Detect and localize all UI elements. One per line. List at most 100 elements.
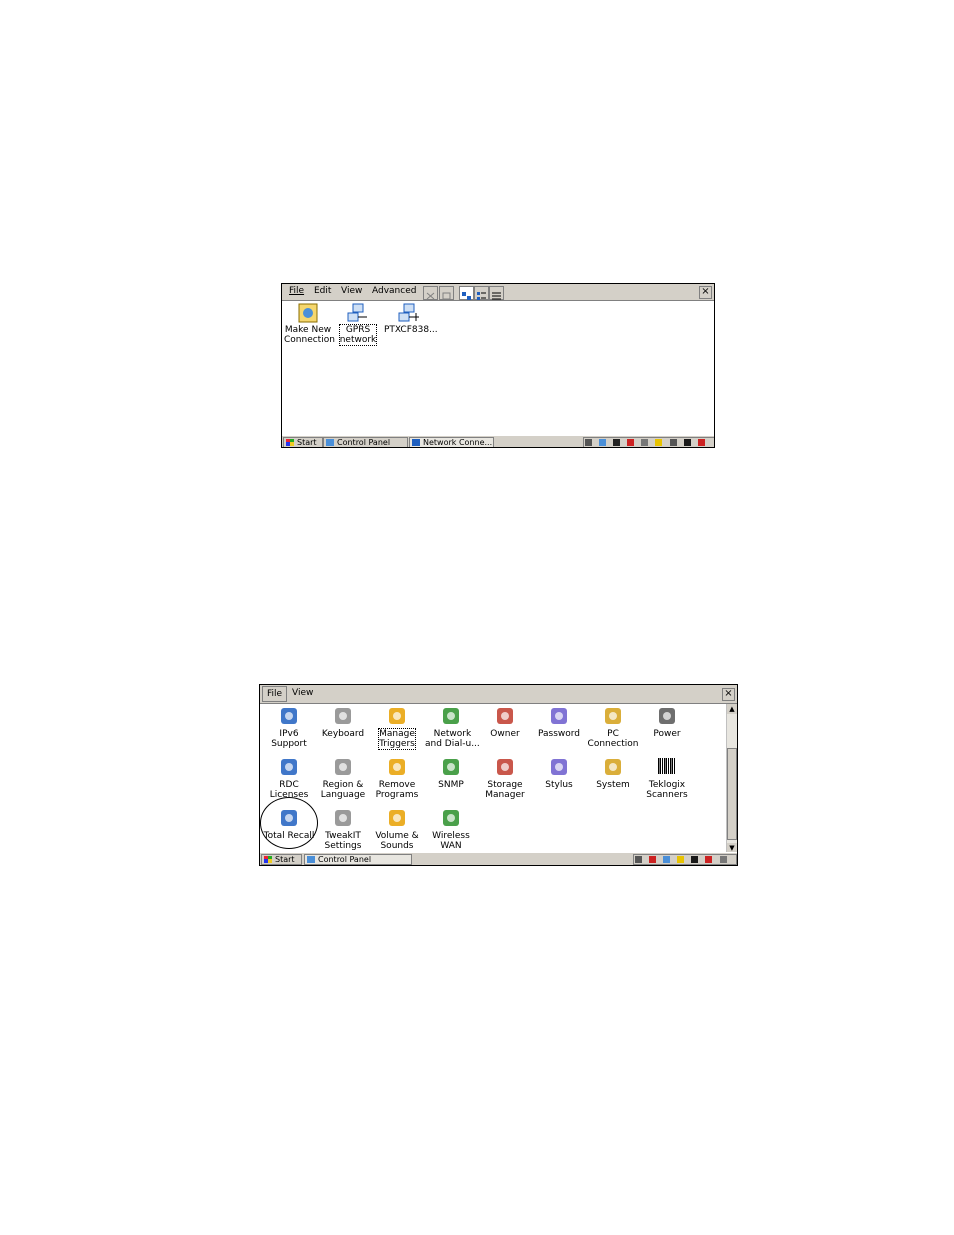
item-label: Manage (379, 729, 415, 739)
system-icon (605, 759, 621, 775)
control-panel-item[interactable]: IPv6 Support (263, 705, 315, 749)
item-label: Remove (378, 780, 416, 790)
start-label: Start (275, 855, 295, 864)
stylus-icon (551, 759, 567, 775)
scrollbar-thumb[interactable] (727, 748, 737, 840)
details-view-icon[interactable] (489, 286, 504, 300)
item-label: Volume & (375, 831, 419, 841)
item-label: WAN (440, 841, 462, 851)
tray-icon[interactable] (683, 439, 691, 446)
tray-icon[interactable] (719, 856, 727, 863)
close-icon[interactable]: × (722, 688, 735, 701)
item-label: Wireless (432, 831, 470, 841)
item-label: GPRS (345, 325, 371, 335)
make-new-connection-icon (298, 303, 318, 323)
control-panel-item[interactable]: Owner (479, 705, 531, 739)
control-panel-item[interactable]: Keyboard (317, 705, 369, 739)
item-label: network (339, 335, 377, 345)
small-icons-view-icon[interactable] (474, 286, 489, 300)
network-globe-icon (443, 708, 459, 724)
tray-icon[interactable] (697, 439, 705, 446)
tray-icon[interactable] (705, 856, 713, 863)
menu-file[interactable]: File (262, 686, 288, 702)
menu-view[interactable]: View (292, 688, 313, 698)
vertical-scrollbar[interactable]: ▲ ▼ (726, 704, 737, 853)
network-adapter-icon (398, 303, 419, 322)
tray-icon[interactable] (649, 856, 657, 863)
item-label: Region & (322, 780, 364, 790)
gprs-network-item[interactable]: GPRS network (338, 303, 378, 346)
network-icon (412, 439, 420, 446)
item-label: TweakIT (325, 831, 361, 841)
start-button[interactable]: Start (283, 437, 323, 447)
item-label: Network (433, 729, 472, 739)
control-panel-item[interactable]: Power (641, 705, 693, 739)
item-label: Teklogix (648, 780, 686, 790)
control-panel-item[interactable]: Teklogix Scanners (641, 756, 693, 800)
item-label: RDC (279, 780, 299, 790)
tray-icon[interactable] (641, 439, 649, 446)
control-panel-item[interactable]: System (587, 756, 639, 790)
taskbar-control-panel[interactable]: Control Panel (304, 854, 412, 865)
control-panel-screenshot: File View × ▲ ▼ IPv6 Support Keyboard Manag… (259, 684, 738, 866)
control-panel-item[interactable]: Region & Language (317, 756, 369, 800)
close-icon[interactable]: × (699, 286, 712, 299)
tray-icon[interactable] (663, 856, 671, 863)
control-panel-item[interactable]: Network and Dial-u... (425, 705, 480, 749)
make-new-connection-item[interactable]: Make New Connection (284, 303, 335, 345)
control-panel-item[interactable]: Manage Triggers (371, 705, 423, 750)
tray-icon[interactable] (635, 856, 642, 863)
item-label: Scanners (646, 790, 688, 800)
task-label: Network Conne... (423, 438, 493, 447)
item-label: Support (271, 739, 307, 749)
tray-icon[interactable] (677, 856, 685, 863)
item-label: Keyboard (321, 729, 365, 739)
item-label: Settings (324, 841, 362, 851)
control-panel-item[interactable]: PC Connection (587, 705, 639, 749)
properties-icon[interactable] (439, 286, 454, 300)
item-label: PC (607, 729, 619, 739)
start-button[interactable]: Start (261, 854, 302, 865)
system-tray (583, 437, 714, 447)
scroll-up-icon[interactable]: ▲ (727, 704, 737, 714)
windows-flag-icon (286, 439, 294, 446)
item-label: Connection (284, 335, 335, 345)
menu-view[interactable]: View (341, 286, 362, 296)
tray-icon[interactable] (669, 439, 677, 446)
delete-icon[interactable] (423, 286, 438, 300)
wireless-wan-icon (443, 810, 459, 826)
control-panel-item[interactable]: Password (533, 705, 585, 739)
menu-bar: File Edit View Advanced × (282, 284, 714, 301)
tray-icon[interactable] (655, 439, 663, 446)
tray-icon[interactable] (691, 856, 699, 863)
power-icon (659, 708, 675, 724)
tray-icon[interactable] (585, 439, 592, 446)
network-connection-icon (347, 303, 367, 322)
item-label: and Dial-u... (425, 739, 480, 749)
ipv6-icon (281, 708, 297, 724)
control-panel-item[interactable]: RDC Licenses (263, 756, 315, 800)
item-label: Sounds (380, 841, 414, 851)
tray-icon[interactable] (613, 439, 621, 446)
control-panel-item[interactable]: Volume & Sounds (371, 807, 423, 851)
item-label: Power (653, 729, 681, 739)
control-panel-item[interactable]: Wireless WAN (425, 807, 477, 851)
large-icons-view-icon[interactable] (459, 286, 474, 300)
menu-file[interactable]: File (289, 286, 304, 296)
ptxcf838-item[interactable]: PTXCF838... (384, 303, 438, 335)
control-panel-item[interactable]: Stylus (533, 756, 585, 790)
taskbar-control-panel[interactable]: Control Panel (323, 437, 408, 447)
control-panel-item[interactable]: Storage Manager (479, 756, 531, 800)
control-panel-item[interactable]: Remove Programs (371, 756, 423, 800)
tray-icon[interactable] (599, 439, 607, 446)
tray-icon[interactable] (627, 439, 635, 446)
control-panel-item[interactable]: SNMP (425, 756, 477, 790)
item-label: Storage (487, 780, 523, 790)
item-label: Triggers (379, 739, 415, 749)
menu-advanced[interactable]: Advanced (372, 286, 416, 296)
control-panel-item[interactable]: TweakIT Settings (317, 807, 369, 851)
item-label: Make New (284, 325, 332, 335)
item-label: System (596, 780, 630, 790)
taskbar-network-connections[interactable]: Network Conne... (409, 437, 494, 447)
menu-edit[interactable]: Edit (314, 286, 331, 296)
